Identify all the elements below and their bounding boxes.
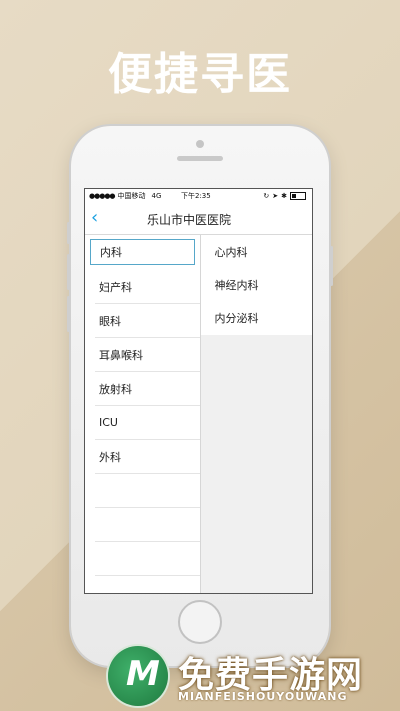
phone-volume-up: [67, 254, 70, 290]
sub-department-item-endocrinology[interactable]: 内分泌科: [200, 301, 312, 334]
home-button[interactable]: [178, 600, 222, 644]
watermark-logo-letter: M: [126, 654, 160, 694]
department-list: 内科 妇产科 眼科 耳鼻喉科 放射科 ICU 外科: [85, 235, 201, 593]
watermark-logo: M: [108, 646, 168, 706]
earpiece-speaker: [177, 156, 223, 161]
bluetooth-icon: ✱: [281, 192, 287, 200]
front-camera: [196, 140, 204, 148]
network-type: 4G: [151, 192, 162, 200]
department-item-ent[interactable]: 耳鼻喉科: [95, 338, 200, 372]
phone-side-button: [67, 222, 70, 244]
page-title: 乐山市中医医院: [147, 213, 232, 227]
phone-volume-down: [67, 296, 70, 332]
signal-icon: ●●●●●: [89, 192, 116, 200]
phone-screen: ●●●●● 中国移动 4G 下午2:35 ↻ ➤ ✱ ‹ 乐山市中医医院 内科 …: [84, 188, 313, 594]
back-chevron-icon[interactable]: ‹: [91, 209, 98, 227]
phone-frame: ●●●●● 中国移动 4G 下午2:35 ↻ ➤ ✱ ‹ 乐山市中医医院 内科 …: [67, 126, 333, 666]
carrier-name: 中国移动: [117, 192, 146, 200]
list-item-empty: [95, 542, 200, 576]
department-item-radiology[interactable]: 放射科: [95, 372, 200, 406]
promo-headline: 便捷寻医: [108, 49, 292, 100]
sub-list-empty-area: [200, 335, 312, 593]
location-icon: ➤: [272, 192, 279, 200]
navigation-bar: ‹ 乐山市中医医院: [85, 203, 312, 235]
status-time: 下午2:35: [181, 192, 211, 200]
sub-department-item-cardiology[interactable]: 心内科: [200, 235, 312, 268]
department-item-obgyn[interactable]: 妇产科: [95, 270, 200, 304]
status-bar: ●●●●● 中国移动 4G 下午2:35 ↻ ➤ ✱: [85, 189, 312, 203]
sub-department-item-neurology[interactable]: 神经内科: [200, 268, 312, 301]
department-item-surgery[interactable]: 外科: [95, 440, 200, 474]
department-browser: 内科 妇产科 眼科 耳鼻喉科 放射科 ICU 外科 心内科 神经内科 内分泌科: [85, 235, 312, 593]
department-item-ophthalmology[interactable]: 眼科: [95, 304, 200, 338]
sub-department-list: 心内科 神经内科 内分泌科: [200, 235, 312, 593]
department-item-icu[interactable]: ICU: [95, 406, 200, 440]
list-item-empty: [95, 474, 200, 508]
phone-power-button: [330, 246, 333, 286]
department-item-internal-medicine[interactable]: 内科: [90, 239, 195, 265]
battery-icon: [290, 192, 306, 200]
rotation-lock-icon: ↻: [263, 192, 270, 200]
list-item-empty: [95, 508, 200, 542]
watermark-subtitle: MIANFEISHOUYOUWANG: [178, 690, 348, 703]
